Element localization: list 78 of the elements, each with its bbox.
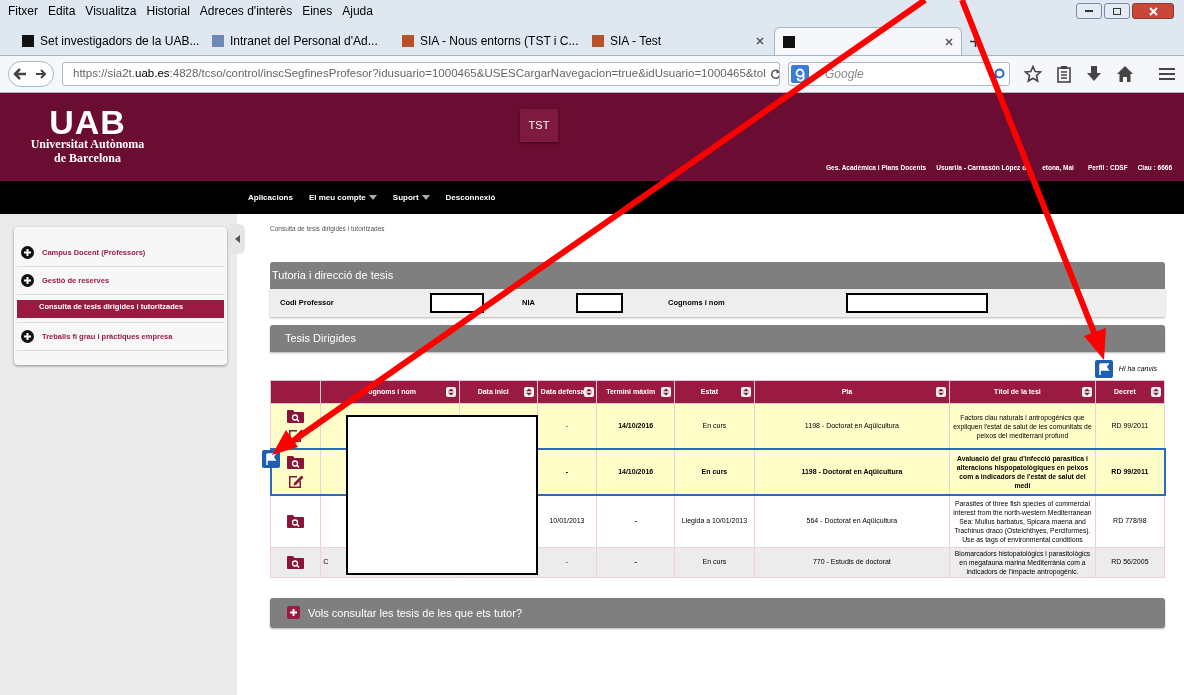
search-icon[interactable] [992,67,1005,81]
input-field[interactable] [846,292,988,313]
close-button[interactable] [1132,3,1174,19]
section-header: Tutoria i direcció de tesis [270,261,1165,289]
sort-icon[interactable] [584,386,595,397]
clipboard-icon[interactable] [1056,65,1072,83]
menu-icon[interactable] [1158,65,1176,83]
menu-item[interactable]: Adreces d'interès [199,2,293,20]
column-header [270,380,321,404]
search-engine-icon[interactable] [791,65,809,83]
browser-tab[interactable]: SIA - Test [584,27,772,55]
nav-link[interactable]: El meu compte [308,191,377,204]
collapsible-section-header[interactable]: Vols consultar les tesis de les que ets tutor? [270,597,1165,628]
nav-link[interactable]: Suport [392,191,430,204]
folder-search-icon[interactable] [287,514,305,529]
reload-icon[interactable] [769,68,779,80]
plus-circle-icon[interactable] [21,246,34,259]
close-icon[interactable] [756,37,764,45]
close-icon [1148,6,1158,16]
forward-arrow-icon [35,68,47,80]
input-field[interactable] [576,292,623,313]
tab-favicon-icon [22,35,34,47]
folder-search-icon[interactable] [287,409,305,424]
plus-circle-icon[interactable] [21,274,34,287]
sort-icon[interactable] [445,386,456,397]
sort-icon[interactable] [1081,386,1092,397]
nav-link[interactable]: Aplicacions [248,191,293,204]
menu-item[interactable]: Ajuda [342,2,373,20]
collapse-sidebar-button[interactable] [229,224,245,254]
browser-tab[interactable]: Intranet del Personal d'Ad... [204,27,392,55]
tab-title: Intranet del Personal d'Ad... [230,33,378,50]
caret-left-icon [234,235,240,243]
url-text: https://sia2t.uab.es:4828/tcso/control/inscSegfinesProfesor?idusuario=1000465&USESCargarNavegacion=true&idUsuario=1000465&tol [73,66,766,82]
plus-icon [287,606,300,620]
sort-icon[interactable] [740,386,751,397]
folder-search-icon[interactable] [287,555,305,570]
edit-icon[interactable] [287,473,304,490]
minimize-button[interactable] [1076,3,1102,19]
restore-button[interactable] [1104,3,1130,19]
tab-title: SIA - Test [610,33,662,50]
sort-icon[interactable] [523,386,534,397]
tab-favicon-icon [783,35,795,48]
menu-item[interactable]: Historial [146,2,190,20]
nav-link[interactable]: Desconnexió [445,191,496,204]
section-header: Tesis Dirigides [270,324,1165,352]
environment-badge: TST [520,109,558,142]
plus-circle-icon[interactable] [21,330,34,343]
home-icon[interactable] [1116,65,1134,83]
browser-tab[interactable]: Set investigadors de la UAB... [14,27,202,55]
sort-icon[interactable] [661,386,672,397]
tab-title: Set investigadors de la UAB... [40,33,200,50]
caret-icon [421,195,430,200]
tab-favicon-icon [212,35,224,47]
logo[interactable]: UAB [49,107,126,137]
tab-favicon-icon [592,35,604,47]
close-icon[interactable] [945,37,953,46]
back-forward-button[interactable] [8,61,54,87]
search-field[interactable]: Google [788,62,1010,86]
menu-item[interactable]: Visualitza [85,2,137,20]
url-field[interactable]: https://sia2t.uab.es:4828/tcso/control/inscSegfinesProfesor?idusuario=1000465&USESCargarNavegacion=true&idUsuario=1000465&tol [62,62,780,86]
menu-item[interactable]: Edita [48,2,76,20]
folder-search-icon[interactable] [287,455,305,470]
input-field[interactable] [430,292,484,313]
caret-icon [368,195,377,200]
download-icon[interactable] [1086,65,1102,83]
flag-icon [1094,359,1113,378]
browser-tab[interactable] [774,27,962,55]
menu-item[interactable]: Eines [302,2,333,20]
star-icon[interactable] [1024,65,1042,83]
sort-icon[interactable] [936,386,947,397]
tab-title: SIA - Nous entorns (TST i C... [420,33,579,50]
menu-item[interactable]: Fitxer [8,2,38,20]
browser-tab[interactable]: SIA - Nous entorns (TST i C... [394,27,582,55]
logo-text: de Barcelona [54,151,121,165]
sort-icon[interactable] [1151,386,1161,397]
search-placeholder: Google [825,66,864,83]
logo-text: Universitat Autònoma [30,137,145,151]
tab-favicon-icon [402,35,414,47]
